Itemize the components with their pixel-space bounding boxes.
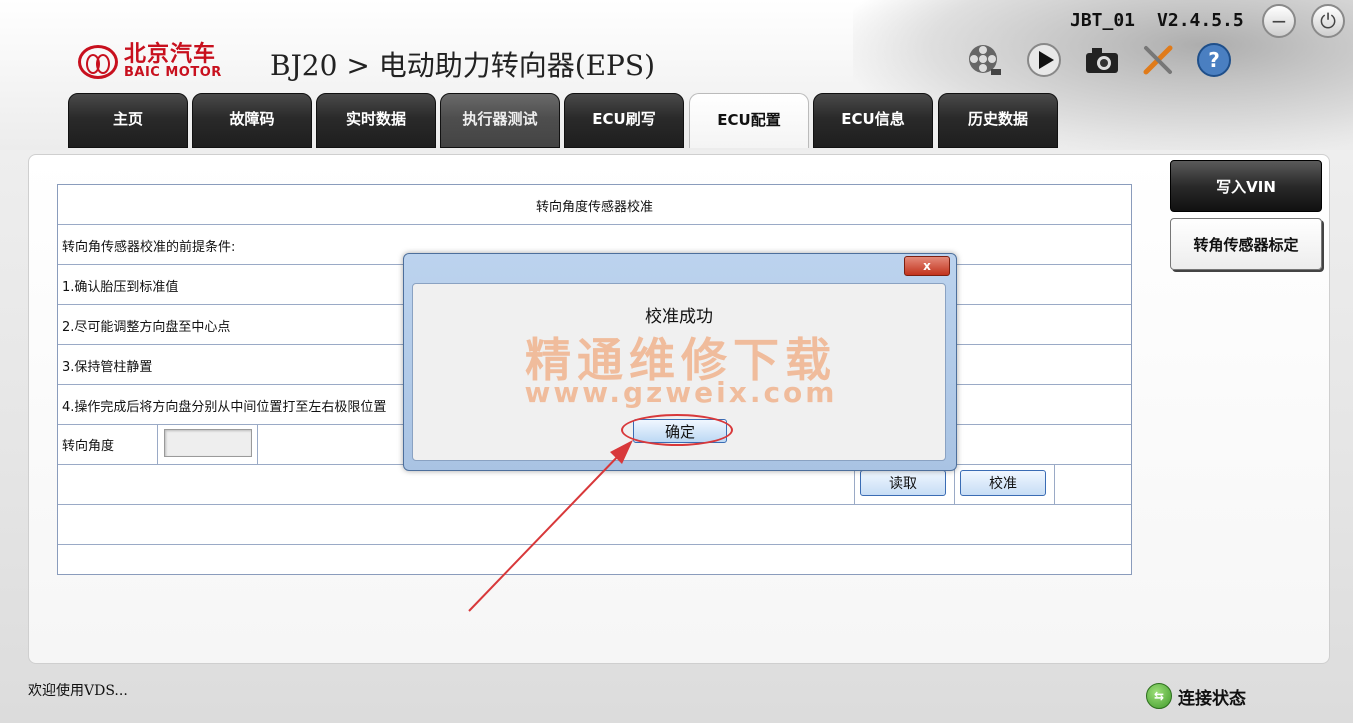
step-text: 3.保持管柱静置: [62, 360, 153, 375]
minimize-button[interactable]: −: [1262, 4, 1296, 38]
baic-logo-icon: [78, 44, 118, 79]
step-text: 4.操作完成后将方向盘分别从中间位置打至左右极限位置: [62, 400, 387, 415]
status-message: 欢迎使用VDS...: [28, 683, 128, 699]
read-button[interactable]: 读取: [860, 470, 946, 496]
brand-name-cn: 北京汽车: [124, 42, 217, 67]
tools-icon[interactable]: [1140, 42, 1176, 78]
tab-history-data[interactable]: 历史数据: [938, 93, 1058, 148]
cell-divider: [257, 425, 258, 464]
calibrate-button[interactable]: 校准: [960, 470, 1046, 496]
angle-label: 转向角度: [62, 439, 115, 454]
play-icon[interactable]: [1026, 42, 1062, 78]
step-text: 1.确认胎压到标准值: [62, 280, 179, 295]
steering-angle-field[interactable]: [164, 429, 252, 457]
app-window: 北京汽车 BAIC MOTOR BJ20 > 电动助力转向器(EPS) JBT_…: [0, 0, 1353, 723]
tab-actuator-test[interactable]: 执行器测试: [440, 93, 560, 148]
cell-divider: [1054, 465, 1055, 504]
connection-label: 连接状态: [1178, 688, 1246, 709]
brand-name-en: BAIC MOTOR: [124, 65, 222, 80]
device-id: JBT_01: [1070, 10, 1136, 31]
dialog-body: 校准成功 精通维修下载 www.gzweix.com 确定: [412, 283, 946, 461]
connection-status: ⇆ 连接状态: [1146, 683, 1246, 709]
write-vin-button[interactable]: 写入VIN: [1170, 160, 1322, 212]
table-row: [58, 505, 1131, 545]
calibration-result-dialog: x 校准成功 精通维修下载 www.gzweix.com 确定: [403, 253, 957, 471]
usb-connection-icon: ⇆: [1146, 683, 1172, 709]
device-version: JBT_01 V2.4.5.5: [1070, 10, 1244, 31]
button-row: 读取 校准: [58, 465, 1131, 505]
ok-button[interactable]: 确定: [633, 419, 727, 443]
angle-sensor-calibration-button[interactable]: 转角传感器标定: [1170, 218, 1322, 270]
version-number: V2.4.5.5: [1157, 10, 1244, 31]
camera-icon[interactable]: [1084, 42, 1120, 78]
help-label: ?: [1208, 48, 1220, 72]
page-title: BJ20 > 电动助力转向器(EPS): [270, 49, 656, 82]
help-icon[interactable]: ?: [1196, 42, 1232, 78]
cell-divider: [954, 465, 955, 504]
power-button[interactable]: ⏻: [1311, 4, 1345, 38]
cell-divider: [157, 425, 158, 464]
tab-ecu-info[interactable]: ECU信息: [813, 93, 933, 148]
tab-home[interactable]: 主页: [68, 93, 188, 148]
tab-ecu-flash[interactable]: ECU刷写: [564, 93, 684, 148]
dialog-close-button[interactable]: x: [904, 256, 950, 276]
precondition-header: 转向角传感器校准的前提条件:: [62, 240, 236, 255]
film-reel-icon[interactable]: [966, 42, 1002, 78]
tab-live-data[interactable]: 实时数据: [316, 93, 436, 148]
tab-ecu-config[interactable]: ECU配置: [689, 93, 809, 148]
table-title-row: 转向角度传感器校准: [58, 185, 1131, 225]
brand-logo: 北京汽车 BAIC MOTOR: [78, 44, 222, 79]
step-text: 2.尽可能调整方向盘至中心点: [62, 320, 231, 335]
watermark-url: www.gzweix.com: [524, 376, 838, 409]
tab-fault-codes[interactable]: 故障码: [192, 93, 312, 148]
table-title: 转向角度传感器校准: [535, 200, 653, 215]
